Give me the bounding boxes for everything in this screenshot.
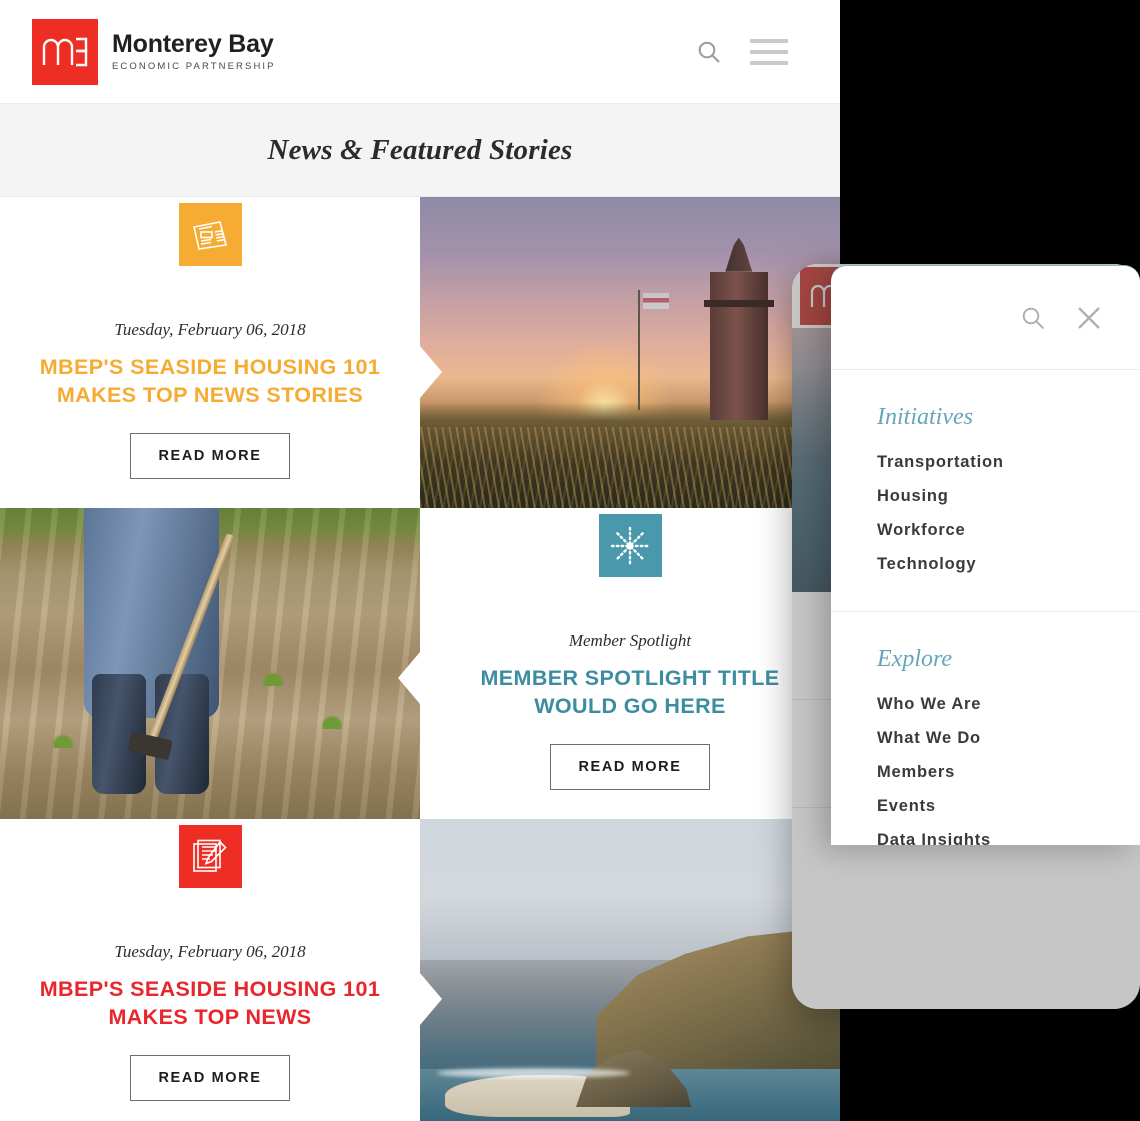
story-card-blog: Tuesday, February 06, 2018 MBEP'S SEASID… [0, 819, 420, 1121]
big-sur-coastline-photo [420, 819, 840, 1121]
mobile-menu-panel: Initiatives Transportation Housing Workf… [831, 265, 1140, 845]
photo-grass [420, 427, 840, 508]
close-x-icon[interactable] [1076, 305, 1102, 331]
farm-worker-hoe-photo [0, 508, 420, 819]
hamburger-line [750, 49, 788, 54]
logo-text-block: Monterey Bay ECONOMIC PARTNERSHIP [112, 30, 276, 72]
search-icon[interactable] [696, 39, 722, 65]
menu-group-initiatives: Initiatives Transportation Housing Workf… [877, 404, 1140, 581]
story-date: Tuesday, February 06, 2018 [114, 320, 306, 339]
story-eyebrow: Member Spotlight [568, 631, 692, 650]
logo-subtitle: ECONOMIC PARTNERSHIP [112, 60, 276, 72]
read-more-button[interactable]: READ MORE [550, 744, 710, 791]
logo-title: Monterey Bay [112, 30, 274, 59]
stories-grid: Tuesday, February 06, 2018 MBEP'S SEASID… [0, 197, 840, 1121]
news-icon [178, 203, 242, 266]
story-card-body: Tuesday, February 06, 2018 MBEP'S SEASID… [0, 197, 420, 508]
screenshot-stage: Monterey Bay ECONOMIC PARTNERSHIP News &… [0, 0, 1140, 1121]
lighthouse-sunset-photo [420, 197, 840, 508]
story-image-lighthouse [420, 197, 840, 508]
menu-item-housing[interactable]: Housing [877, 479, 1140, 513]
story-date: Tuesday, February 06, 2018 [114, 942, 306, 961]
story-card-body: Tuesday, February 06, 2018 MBEP'S SEASID… [0, 819, 420, 1121]
hamburger-menu-icon[interactable] [750, 38, 788, 65]
mbep-logo-mark-icon [32, 18, 98, 85]
photo-flag [643, 293, 670, 310]
story-card-body: Member Spotlight MEMBER SPOTLIGHT TITLE … [420, 508, 840, 819]
menu-item-events[interactable]: Events [877, 789, 1140, 823]
menu-item-technology[interactable]: Technology [877, 547, 1140, 581]
menu-item-data-insights[interactable]: Data Insights [877, 823, 1140, 846]
read-more-button[interactable]: READ MORE [130, 1055, 290, 1102]
desktop-website: Monterey Bay ECONOMIC PARTNERSHIP News &… [0, 0, 840, 1121]
story-title[interactable]: MBEP'S SEASIDE HOUSING 101 MAKES TOP NEW… [35, 354, 385, 409]
menu-item-workforce[interactable]: Workforce [877, 513, 1140, 547]
story-row: Tuesday, February 06, 2018 MBEP'S SEASID… [0, 819, 840, 1121]
photo-flagpole [638, 290, 641, 411]
menu-group-title: Explore [877, 646, 953, 672]
story-image-coast [420, 819, 840, 1121]
menu-group-explore: Explore Who We Are What We Do Members Ev… [831, 611, 1140, 845]
hamburger-line [750, 38, 788, 43]
menu-panel-body: Initiatives Transportation Housing Workf… [831, 370, 1140, 845]
story-title[interactable]: MBEP'S SEASIDE HOUSING 101 MAKES TOP NEW… [35, 976, 385, 1031]
photo-lighthouse-tower [703, 271, 774, 420]
search-icon[interactable] [1020, 305, 1046, 331]
photo-sprout [319, 713, 346, 730]
story-card-news: Tuesday, February 06, 2018 MBEP'S SEASID… [0, 197, 420, 508]
starburst-icon [598, 514, 662, 577]
menu-group-title: Initiatives [877, 404, 973, 430]
site-header: Monterey Bay ECONOMIC PARTNERSHIP [0, 0, 840, 104]
hamburger-line [750, 60, 788, 65]
photo-boot-right [155, 674, 210, 795]
page-title: News & Featured Stories [267, 133, 573, 166]
story-title[interactable]: MEMBER SPOTLIGHT TITLE WOULD GO HERE [455, 665, 805, 720]
story-image-farm [0, 508, 420, 819]
header-tools [696, 38, 788, 65]
story-row: Member Spotlight MEMBER SPOTLIGHT TITLE … [0, 508, 840, 819]
menu-item-members[interactable]: Members [877, 755, 1140, 789]
menu-panel-header [831, 266, 1140, 370]
site-logo[interactable]: Monterey Bay ECONOMIC PARTNERSHIP [32, 18, 276, 85]
menu-item-who-we-are[interactable]: Who We Are [877, 687, 1140, 721]
story-card-member-spotlight: Member Spotlight MEMBER SPOTLIGHT TITLE … [420, 508, 840, 819]
read-more-button[interactable]: READ MORE [130, 433, 290, 480]
photo-sprout [260, 669, 287, 686]
blog-post-icon [178, 825, 242, 888]
story-row: Tuesday, February 06, 2018 MBEP'S SEASID… [0, 197, 840, 508]
menu-item-what-we-do[interactable]: What We Do [877, 721, 1140, 755]
page-banner: News & Featured Stories [0, 104, 840, 197]
photo-sprout [50, 731, 77, 748]
menu-item-transportation[interactable]: Transportation [877, 445, 1140, 479]
